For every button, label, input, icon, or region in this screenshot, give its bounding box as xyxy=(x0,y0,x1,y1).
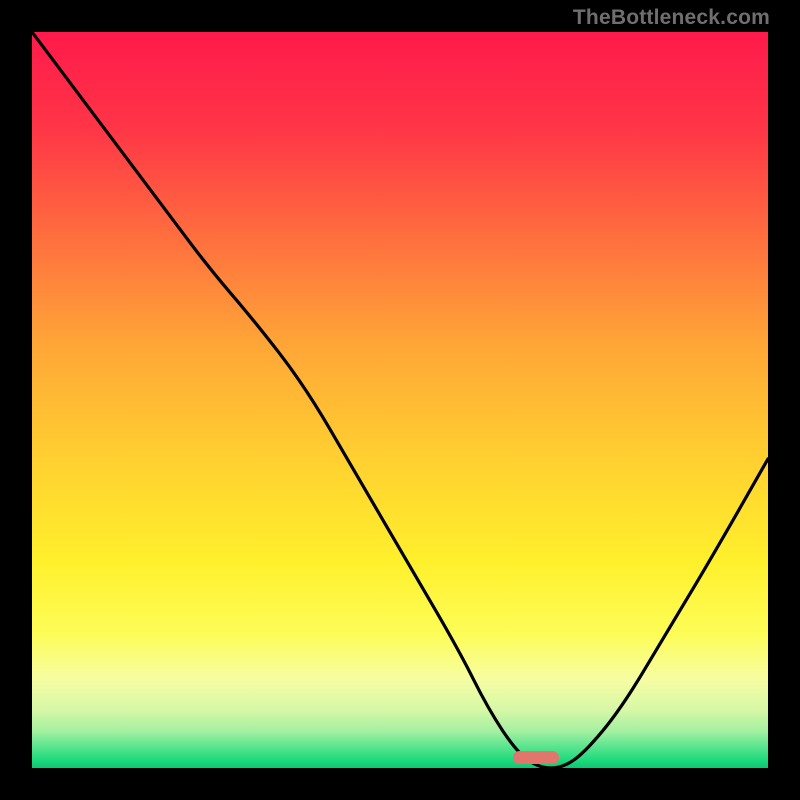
chart-frame: TheBottleneck.com xyxy=(0,0,800,800)
optimal-range-marker xyxy=(513,751,559,764)
watermark-text: TheBottleneck.com xyxy=(573,6,770,30)
bottleneck-curve xyxy=(32,32,768,768)
plot-area xyxy=(32,32,768,768)
